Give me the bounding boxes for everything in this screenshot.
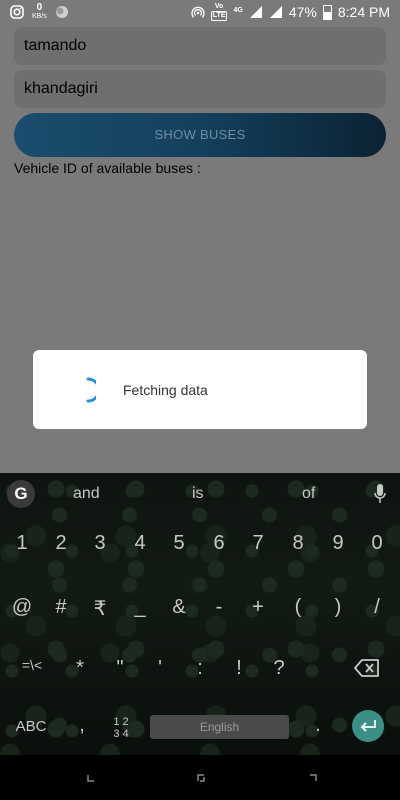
loading-spinner-icon bbox=[86, 377, 96, 403]
enter-icon bbox=[360, 720, 376, 732]
net-speed-value: 0 bbox=[36, 2, 43, 13]
google-icon[interactable]: G bbox=[7, 480, 35, 508]
number-pad-bottom: 3 4 bbox=[113, 728, 129, 740]
recents-icon[interactable] bbox=[308, 773, 318, 783]
key-plus[interactable]: + bbox=[243, 596, 273, 619]
key-comma[interactable]: , bbox=[67, 714, 97, 737]
key-7[interactable]: 7 bbox=[243, 532, 273, 555]
dialog-message: Fetching data bbox=[123, 382, 208, 398]
key-exclamation[interactable]: ! bbox=[224, 657, 254, 680]
key-close-paren[interactable]: ) bbox=[323, 596, 353, 619]
number-pad-top: 1 2 bbox=[113, 716, 129, 728]
key-underscore[interactable]: _ bbox=[125, 596, 155, 619]
instagram-icon bbox=[10, 5, 24, 19]
back-icon[interactable] bbox=[86, 773, 96, 783]
source-input[interactable]: tamando bbox=[14, 27, 386, 65]
volte-top: Vo bbox=[214, 3, 224, 10]
key-0[interactable]: 0 bbox=[362, 532, 392, 555]
status-time: 8:24 PM bbox=[337, 4, 390, 20]
suggestion-2[interactable]: is bbox=[192, 485, 204, 503]
suggestion-1[interactable]: and bbox=[73, 485, 100, 503]
destination-input[interactable]: khandagiri bbox=[14, 70, 386, 108]
key-6[interactable]: 6 bbox=[204, 532, 234, 555]
key-single-quote[interactable]: ' bbox=[145, 657, 175, 680]
key-minus[interactable]: - bbox=[204, 596, 234, 619]
screen: 0 KB/s Vo LTE 4G 47% 8:24 PM tamando kha… bbox=[0, 0, 400, 800]
key-slash[interactable]: / bbox=[362, 596, 392, 619]
battery-percent: 47% bbox=[288, 4, 317, 20]
status-right: Vo LTE 4G 47% 8:24 PM bbox=[191, 3, 400, 21]
key-1[interactable]: 1 bbox=[7, 532, 37, 555]
hotspot-icon bbox=[191, 6, 205, 18]
key-colon[interactable]: : bbox=[185, 657, 215, 680]
key-hash[interactable]: # bbox=[46, 596, 76, 619]
key-asterisk[interactable]: * bbox=[65, 657, 95, 680]
space-bar[interactable]: English bbox=[150, 715, 289, 739]
key-3[interactable]: 3 bbox=[85, 532, 115, 555]
microphone-icon[interactable] bbox=[373, 483, 387, 505]
battery-icon bbox=[322, 4, 332, 20]
key-5[interactable]: 5 bbox=[164, 532, 194, 555]
enter-key[interactable] bbox=[352, 710, 384, 742]
signal-4g-icon bbox=[249, 6, 262, 18]
net-speed-unit: KB/s bbox=[32, 13, 47, 20]
key-open-paren[interactable]: ( bbox=[283, 596, 313, 619]
circle-app-icon bbox=[55, 6, 68, 18]
key-rupee[interactable]: ₹ bbox=[85, 596, 115, 621]
navigation-bar bbox=[0, 755, 400, 800]
key-2[interactable]: 2 bbox=[46, 532, 76, 555]
key-4[interactable]: 4 bbox=[125, 532, 155, 555]
backspace-icon[interactable] bbox=[354, 659, 380, 677]
key-9[interactable]: 9 bbox=[323, 532, 353, 555]
key-at[interactable]: @ bbox=[7, 596, 37, 619]
key-more-symbols[interactable]: =\< bbox=[12, 657, 52, 673]
show-buses-button[interactable]: SHOW BUSES bbox=[14, 113, 386, 157]
key-question[interactable]: ? bbox=[264, 657, 294, 680]
status-left: 0 KB/s bbox=[0, 3, 69, 21]
suggestion-3[interactable]: of bbox=[302, 485, 315, 503]
net-speed: 0 KB/s bbox=[32, 3, 47, 21]
key-double-quote[interactable]: " bbox=[105, 657, 135, 680]
key-number-pad[interactable]: 1 2 3 4 bbox=[106, 716, 136, 740]
volte-icon: Vo LTE bbox=[210, 3, 228, 21]
key-8[interactable]: 8 bbox=[283, 532, 313, 555]
network-type: 4G bbox=[233, 7, 243, 14]
home-icon[interactable] bbox=[196, 773, 206, 783]
key-ampersand[interactable]: & bbox=[164, 596, 194, 619]
key-abc[interactable]: ABC bbox=[11, 718, 51, 735]
vehicle-id-label: Vehicle ID of available buses : bbox=[14, 160, 201, 176]
signal-icon bbox=[269, 6, 282, 18]
suggestion-strip: G and is of bbox=[0, 473, 400, 513]
soft-keyboard: G and is of 1 2 3 4 5 6 7 8 9 0 @ # ₹ _ … bbox=[0, 473, 400, 755]
key-period[interactable]: . bbox=[303, 714, 333, 737]
volte-bottom: LTE bbox=[210, 11, 228, 21]
status-bar: 0 KB/s Vo LTE 4G 47% 8:24 PM bbox=[0, 0, 400, 24]
